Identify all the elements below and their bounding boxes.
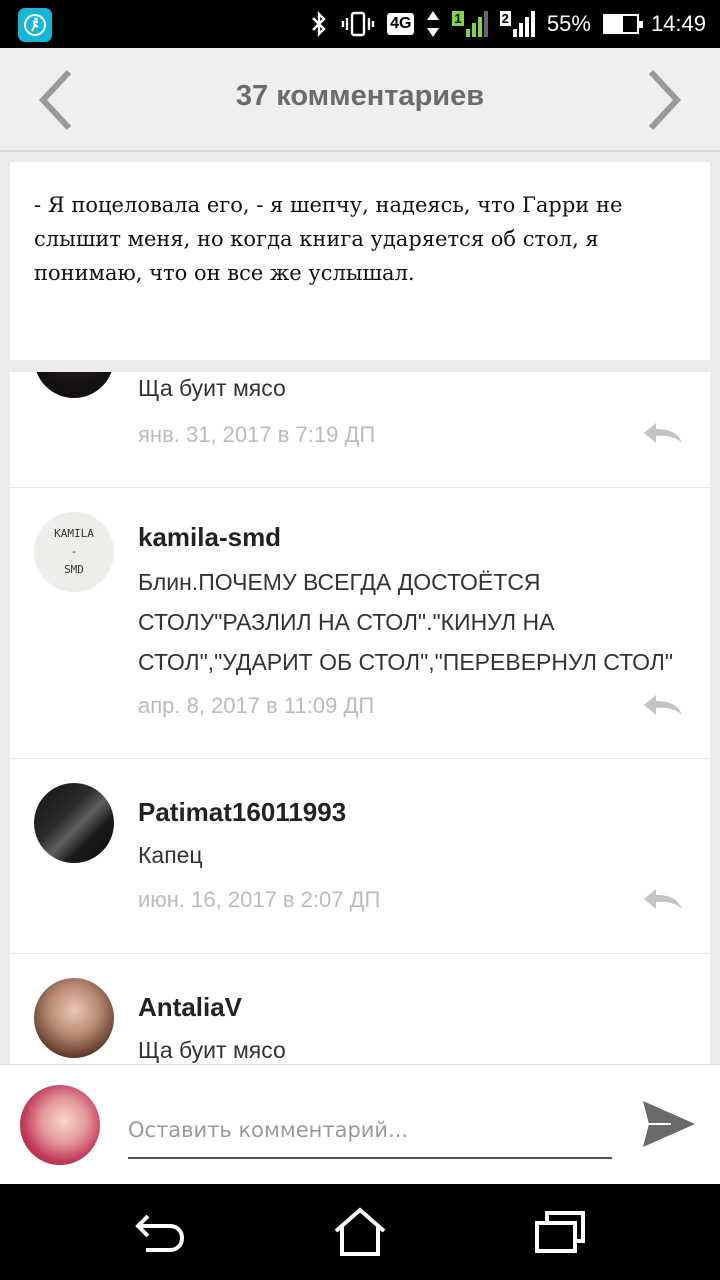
next-button[interactable]: [640, 68, 690, 132]
vibrate-icon: [341, 10, 375, 38]
current-user-avatar: [20, 1085, 100, 1165]
battery-fill: [604, 16, 623, 32]
comment-item: Ща буит мясо янв. 31, 2017 в 7:19 ДП: [10, 372, 710, 488]
network-type-icon: 4G: [387, 13, 415, 35]
page-title: 37 комментариев: [235, 80, 485, 112]
comment-text: Ща буит мясо: [138, 1037, 286, 1063]
comment-compose-bar: [0, 1064, 720, 1184]
avatar-text-line: KAMILA: [54, 527, 94, 540]
home-button[interactable]: [330, 1204, 390, 1260]
avatar-text-line: -: [70, 545, 78, 558]
comment-author[interactable]: Patimat16011993: [138, 797, 346, 828]
comment-author[interactable]: AntaliaV: [138, 992, 242, 1023]
quoted-passage: - Я поцеловала его, - я шепчу, надеясь, …: [10, 162, 710, 360]
sim1-signal-icon: 1: [452, 11, 488, 37]
reply-button[interactable]: [640, 418, 686, 448]
comment-text: Ща буит мясо: [138, 375, 286, 401]
recent-apps-icon: [535, 1211, 585, 1253]
reply-icon: [644, 695, 682, 715]
app-screen: 4G 1 2 55% 14:49 37 комментариев - Я поц…: [0, 0, 720, 1280]
reply-button[interactable]: [640, 884, 686, 914]
fitness-app-icon: [18, 8, 52, 42]
reply-icon: [644, 889, 682, 909]
comment-text: Капец: [138, 842, 203, 868]
comment-list[interactable]: Ща буит мясо янв. 31, 2017 в 7:19 ДП KAM…: [10, 372, 710, 1064]
home-icon: [334, 1207, 386, 1256]
clock: 14:49: [650, 11, 706, 36]
status-bar: 4G 1 2 55% 14:49: [0, 0, 720, 48]
commenter-avatar[interactable]: [34, 372, 114, 398]
comment-input[interactable]: [128, 1103, 612, 1159]
send-icon: [643, 1101, 695, 1147]
recent-apps-button[interactable]: [530, 1204, 590, 1260]
system-navigation-bar: [0, 1184, 720, 1280]
chevron-right-icon: [648, 69, 682, 131]
back-arrow-icon: [135, 1214, 185, 1252]
battery-icon: [602, 14, 643, 34]
commenter-avatar[interactable]: KAMILA - SMD: [34, 512, 114, 592]
comments-header: 37 комментариев: [0, 48, 720, 152]
comment-item: AntaliaV Ща буит мясо: [10, 954, 710, 1064]
send-button[interactable]: [640, 1097, 698, 1151]
comment-author[interactable]: kamila-smd: [138, 522, 281, 553]
data-transfer-icon: [426, 9, 440, 39]
avatar-text-line: SMD: [64, 563, 84, 576]
comment-timestamp: янв. 31, 2017 в 7:19 ДП: [138, 422, 376, 447]
reply-button[interactable]: [640, 690, 686, 720]
bluetooth-icon: [309, 10, 329, 38]
commenter-avatar[interactable]: [34, 978, 114, 1058]
comment-timestamp: апр. 8, 2017 в 11:09 ДП: [138, 693, 375, 718]
comment-item: KAMILA - SMD kamila-smd Блин.ПОЧЕМУ ВСЕГ…: [10, 488, 710, 759]
comment-text: Блин.ПОЧЕМУ ВСЕГДА ДОСТОЁТСЯ СТОЛУ"РАЗЛИ…: [138, 569, 674, 675]
commenter-avatar[interactable]: [34, 783, 114, 863]
comment-item: Patimat16011993 Капец июн. 16, 2017 в 2:…: [10, 759, 710, 954]
comment-timestamp: июн. 16, 2017 в 2:07 ДП: [138, 887, 381, 912]
reply-icon: [644, 423, 682, 443]
sim2-signal-icon: 2: [499, 11, 535, 37]
back-button[interactable]: [130, 1204, 190, 1260]
battery-percent: 55%: [546, 11, 591, 36]
